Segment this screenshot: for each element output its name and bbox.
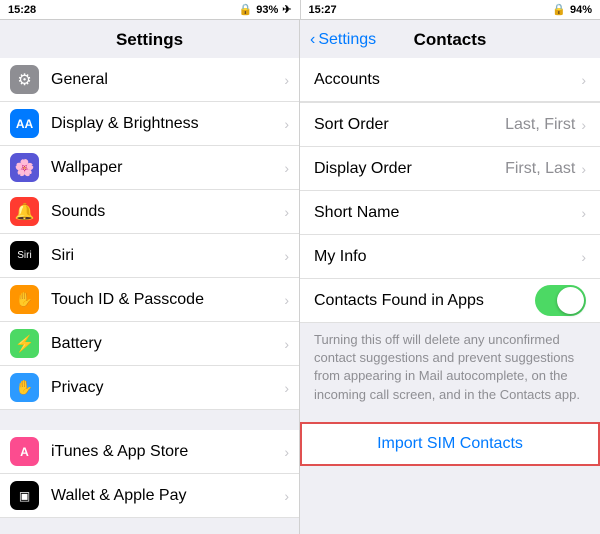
sidebar-item-touch[interactable]: ✋ Touch ID & Passcode › — [0, 278, 299, 322]
touch-label: Touch ID & Passcode — [51, 291, 284, 309]
chevron-icon: › — [581, 249, 586, 265]
battery-text-right: 94% — [570, 4, 592, 16]
chevron-icon: › — [284, 72, 289, 88]
sounds-icon: 🔔 — [10, 197, 39, 226]
sidebar-item-display[interactable]: AA Display & Brightness › — [0, 102, 299, 146]
contacts-found-note: Turning this off will delete any unconfi… — [300, 323, 600, 412]
contacts-found-toggle[interactable] — [535, 285, 586, 316]
settings-list: ⚙ General › AA Display & Brightness › 🌸 … — [0, 58, 299, 534]
back-button[interactable]: ‹ Settings — [310, 31, 376, 49]
sidebar-item-sounds[interactable]: 🔔 Sounds › — [0, 190, 299, 234]
sounds-label: Sounds — [51, 203, 284, 221]
wallet-label: Wallet & Apple Pay — [51, 487, 284, 505]
chevron-icon: › — [284, 160, 289, 176]
toggle-knob — [557, 287, 584, 314]
import-sim-label: Import SIM Contacts — [377, 435, 523, 453]
section-gap — [0, 410, 299, 430]
left-time: 15:28 — [8, 4, 36, 16]
chevron-icon: › — [284, 380, 289, 396]
chevron-icon: › — [284, 116, 289, 132]
sort-order-item[interactable]: Sort Order Last, First › — [300, 103, 600, 147]
airplane-icon: ✈ — [282, 3, 291, 16]
right-time: 15:27 — [309, 4, 337, 16]
sidebar-item-siri[interactable]: Siri Siri › — [0, 234, 299, 278]
short-name-label: Short Name — [314, 204, 581, 222]
main-content: Settings ⚙ General › AA Display & Bright… — [0, 20, 600, 534]
my-info-label: My Info — [314, 248, 581, 266]
display-icon: AA — [10, 109, 39, 138]
sort-order-value: Last, First — [505, 116, 575, 134]
chevron-icon: › — [284, 292, 289, 308]
left-status-bar: 15:28 🔒 93% ✈ — [0, 0, 300, 20]
right-status-icons: 🔒 94% — [552, 3, 592, 16]
section-gap-2 — [0, 518, 299, 534]
sidebar-item-itunes[interactable]: A iTunes & App Store › — [0, 430, 299, 474]
chevron-icon: › — [284, 444, 289, 460]
chevron-icon: › — [284, 248, 289, 264]
wallpaper-icon: 🌸 — [10, 153, 39, 182]
right-panel: ‹ Settings Contacts Accounts › Sort Orde… — [300, 20, 600, 534]
siri-label: Siri — [51, 247, 284, 265]
sidebar-item-privacy[interactable]: ✋ Privacy › — [0, 366, 299, 410]
display-label: Display & Brightness — [51, 115, 284, 133]
privacy-label: Privacy — [51, 379, 284, 397]
display-order-item[interactable]: Display Order First, Last › — [300, 147, 600, 191]
display-order-value: First, Last — [505, 160, 575, 178]
general-label: General — [51, 71, 284, 89]
status-bars: 15:28 🔒 93% ✈ 15:27 🔒 94% — [0, 0, 600, 20]
chevron-icon: › — [581, 117, 586, 133]
lock-icon: 🔒 — [239, 3, 253, 16]
battery-text: 93% — [256, 4, 278, 16]
general-icon: ⚙ — [10, 65, 39, 94]
left-status-icons: 🔒 93% ✈ — [239, 3, 292, 16]
left-panel: Settings ⚙ General › AA Display & Bright… — [0, 20, 300, 534]
privacy-icon: ✋ — [10, 373, 39, 402]
sidebar-item-wallpaper[interactable]: 🌸 Wallpaper › — [0, 146, 299, 190]
wallet-icon: ▣ — [10, 481, 39, 510]
right-header: ‹ Settings Contacts — [300, 20, 600, 58]
itunes-label: iTunes & App Store — [51, 443, 284, 461]
chevron-icon: › — [284, 488, 289, 504]
touch-icon: ✋ — [10, 285, 39, 314]
chevron-icon: › — [581, 72, 586, 88]
lock-icon-right: 🔒 — [552, 3, 566, 16]
sort-order-label: Sort Order — [314, 116, 505, 134]
accounts-label: Accounts — [314, 71, 581, 89]
right-panel-title: Contacts — [414, 30, 487, 50]
contacts-settings-list: Accounts › Sort Order Last, First › Disp… — [300, 58, 600, 323]
battery-icon: ⚡ — [10, 329, 39, 358]
display-order-label: Display Order — [314, 160, 505, 178]
battery-label: Battery — [51, 335, 284, 353]
sidebar-item-battery[interactable]: ⚡ Battery › — [0, 322, 299, 366]
right-status-bar: 15:27 🔒 94% — [300, 0, 600, 20]
sidebar-item-wallet[interactable]: ▣ Wallet & Apple Pay › — [0, 474, 299, 518]
chevron-icon: › — [284, 204, 289, 220]
itunes-icon: A — [10, 437, 39, 466]
chevron-icon: › — [284, 336, 289, 352]
back-label: Settings — [318, 31, 376, 49]
wallpaper-label: Wallpaper — [51, 159, 284, 177]
chevron-icon: › — [581, 161, 586, 177]
import-sim-button[interactable]: Import SIM Contacts — [300, 422, 600, 466]
contacts-found-label: Contacts Found in Apps — [314, 292, 535, 310]
contacts-found-item[interactable]: Contacts Found in Apps — [300, 279, 600, 323]
short-name-item[interactable]: Short Name › — [300, 191, 600, 235]
accounts-item[interactable]: Accounts › — [300, 58, 600, 102]
left-panel-title: Settings — [0, 20, 299, 58]
back-chevron-icon: ‹ — [310, 31, 315, 49]
my-info-item[interactable]: My Info › — [300, 235, 600, 279]
chevron-icon: › — [581, 205, 586, 221]
sidebar-item-general[interactable]: ⚙ General › — [0, 58, 299, 102]
siri-icon: Siri — [10, 241, 39, 270]
